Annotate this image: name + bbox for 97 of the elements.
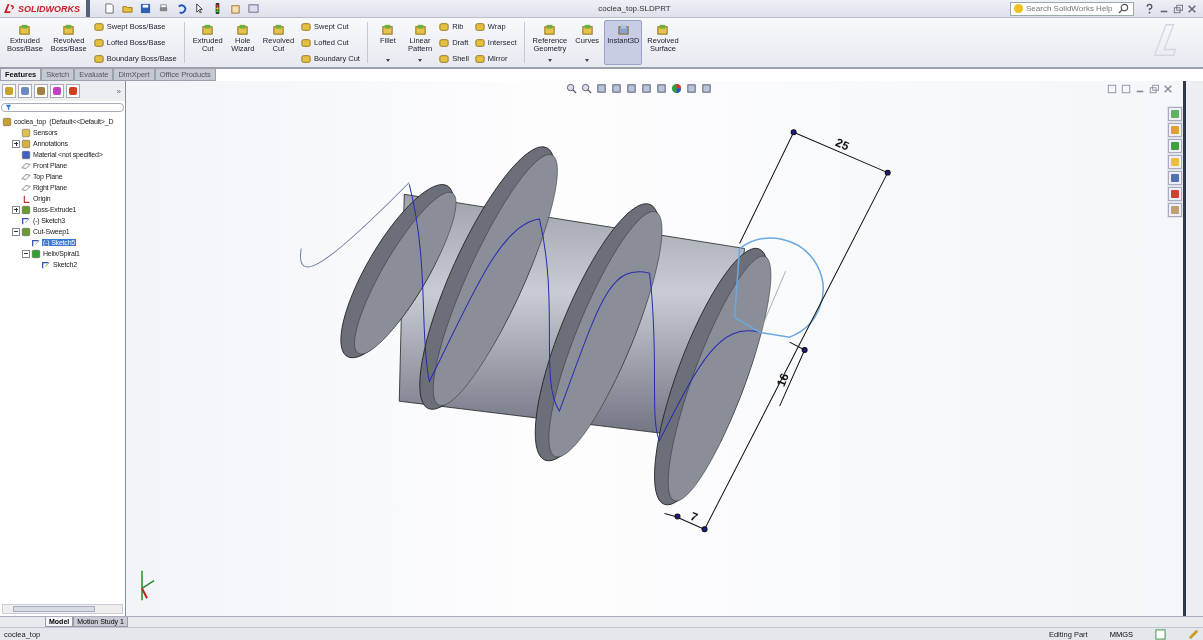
block-icon <box>93 53 104 64</box>
section-view-icon[interactable] <box>611 83 622 94</box>
block-icon <box>301 21 312 32</box>
block-icon <box>543 23 557 36</box>
block-icon <box>439 53 450 64</box>
expand-toggle[interactable] <box>12 205 20 214</box>
feature-icon <box>21 226 31 237</box>
plane-icon <box>21 160 31 171</box>
undo-icon[interactable] <box>176 3 187 14</box>
dropdown-arrow-icon[interactable] <box>385 59 390 62</box>
helix-icon <box>31 248 41 259</box>
window-title: coclea_top.SLDPRT <box>597 4 672 13</box>
panel-tab-icon[interactable] <box>18 84 32 98</box>
block-icon <box>474 37 485 48</box>
block-icon <box>271 23 285 36</box>
collapse-toggle[interactable] <box>22 249 30 258</box>
plane-icon <box>21 171 31 182</box>
block-icon <box>474 21 485 32</box>
block-icon <box>93 21 104 32</box>
appearance-icon[interactable] <box>671 83 682 94</box>
sketch-icon <box>21 215 31 226</box>
block-icon <box>439 37 450 48</box>
new-document-icon[interactable] <box>104 3 115 14</box>
file-properties-icon[interactable] <box>230 3 241 14</box>
zoom-area-icon[interactable] <box>581 83 592 94</box>
block-icon <box>474 53 485 64</box>
block-icon <box>201 23 215 36</box>
resources-icon[interactable] <box>1168 107 1182 121</box>
block-icon <box>301 37 312 48</box>
appearances-icon[interactable] <box>1168 187 1182 201</box>
block-icon <box>62 23 76 36</box>
scene-icon[interactable] <box>686 83 697 94</box>
view-palette-icon[interactable] <box>1168 171 1182 185</box>
tile-right-icon[interactable] <box>1121 84 1131 94</box>
open-folder-icon[interactable] <box>122 3 133 14</box>
dropdown-arrow-icon[interactable] <box>547 59 552 62</box>
axis-triad-icon <box>141 569 155 601</box>
library-icon[interactable] <box>1168 139 1182 153</box>
block-icon <box>18 23 32 36</box>
filter-icon <box>5 104 12 111</box>
search-field[interactable]: Search SolidWorks Help <box>1010 1 1134 16</box>
dimension-label[interactable]: 16 <box>773 371 792 389</box>
search-icon[interactable] <box>1118 3 1129 14</box>
panel-tab-icon[interactable] <box>66 84 80 98</box>
horizontal-scrollbar[interactable] <box>2 604 123 614</box>
properties-icon[interactable] <box>1168 203 1182 217</box>
ds-logo-icon <box>3 3 16 14</box>
filter-field[interactable] <box>1 103 124 112</box>
close-icon[interactable] <box>1163 84 1173 94</box>
annotation-icon <box>21 138 31 149</box>
print-icon[interactable] <box>158 3 169 14</box>
block-icon <box>439 21 450 32</box>
block-icon <box>656 23 670 36</box>
options-icon[interactable] <box>248 3 259 14</box>
view-orientation-icon[interactable] <box>626 83 637 94</box>
previous-view-icon[interactable] <box>596 83 607 94</box>
block-icon <box>381 23 395 36</box>
sketch-icon <box>31 237 41 248</box>
block-icon <box>413 23 427 36</box>
expand-panel-button[interactable]: » <box>114 86 123 96</box>
block-icon <box>580 23 594 36</box>
restore-icon[interactable] <box>1149 84 1159 94</box>
app-logo: SOLIDWORKS <box>0 0 90 17</box>
folder-icon[interactable] <box>1168 155 1182 169</box>
panel-tab-icon[interactable] <box>50 84 64 98</box>
folder-icon <box>21 127 31 138</box>
dimension-label[interactable]: 25 <box>833 135 852 154</box>
dropdown-arrow-icon[interactable] <box>418 59 423 62</box>
panel-tab-icon[interactable] <box>34 84 48 98</box>
hide-show-icon[interactable] <box>656 83 667 94</box>
select-pointer-icon[interactable] <box>194 3 205 14</box>
panel-tab-icon[interactable] <box>2 84 16 98</box>
block-icon <box>616 23 630 36</box>
help-bubble-icon <box>1013 3 1024 14</box>
dimension-label[interactable]: 7 <box>688 509 700 525</box>
help-icon[interactable] <box>1144 3 1155 14</box>
sketch-icon <box>41 259 51 270</box>
view-settings-icon[interactable] <box>701 83 712 94</box>
part-icon <box>2 116 12 127</box>
plane-icon <box>21 182 31 193</box>
block-icon <box>93 37 104 48</box>
save-icon[interactable] <box>140 3 151 14</box>
restore-icon[interactable] <box>1173 3 1183 14</box>
tile-left-icon[interactable] <box>1107 84 1117 94</box>
feature-icon <box>21 204 31 215</box>
expand-toggle[interactable] <box>12 139 20 148</box>
block-icon <box>301 53 312 64</box>
collapse-toggle[interactable] <box>12 227 20 236</box>
zoom-to-fit-icon[interactable] <box>566 83 577 94</box>
origin-icon <box>21 193 31 204</box>
rebuild-icon[interactable] <box>1188 628 1199 640</box>
dropdown-arrow-icon[interactable] <box>585 59 590 62</box>
block-icon <box>236 23 250 36</box>
display-style-icon[interactable] <box>641 83 652 94</box>
home-icon[interactable] <box>1168 123 1182 137</box>
close-icon[interactable] <box>1187 3 1197 14</box>
material-icon <box>21 149 31 160</box>
